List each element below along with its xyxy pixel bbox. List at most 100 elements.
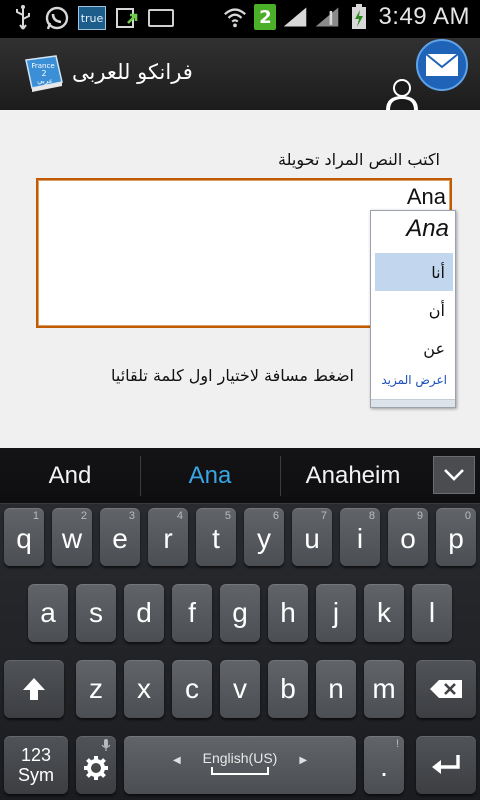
key-h[interactable]: h <box>268 584 308 642</box>
usb-icon <box>10 4 36 32</box>
suggestion-item[interactable]: أنا <box>375 253 453 291</box>
settings-key[interactable] <box>76 736 116 794</box>
key-x[interactable]: x <box>124 660 164 718</box>
whatsapp-icon <box>44 4 70 32</box>
language-next-icon: ▶ <box>299 754 308 766</box>
key-alt-label: 3 <box>128 510 135 522</box>
space-language-label: English(US) <box>202 750 278 766</box>
key-label: o <box>400 523 416 554</box>
symbols-key-label-bottom: Sym <box>18 765 54 785</box>
language-prev-icon: ◀ <box>172 754 181 766</box>
key-label: e <box>112 523 128 554</box>
key-alt-label: 9 <box>416 510 423 522</box>
space-key[interactable]: ◀ English(US) ▶ <box>124 736 356 794</box>
svg-text:عربي: عربي <box>37 77 53 85</box>
candidate-word[interactable]: And <box>0 448 140 504</box>
soft-keyboard: And Ana Anaheim 1q 2w 3e 4r 5t 6y 7u 8i … <box>0 448 480 800</box>
battery-charging-icon <box>346 3 372 31</box>
key-k[interactable]: k <box>364 584 404 642</box>
period-key[interactable]: ! . <box>364 736 404 794</box>
gear-icon <box>84 756 108 780</box>
key-j[interactable]: j <box>316 584 356 642</box>
key-z[interactable]: z <box>76 660 116 718</box>
key-label: y <box>257 523 271 554</box>
key-w[interactable]: 2w <box>52 508 92 566</box>
key-alt-label: 4 <box>176 510 183 522</box>
backspace-key[interactable] <box>416 660 476 718</box>
key-a[interactable]: a <box>28 584 68 642</box>
expand-candidates-button[interactable] <box>433 456 475 494</box>
symbols-key[interactable]: 123 Sym <box>4 736 68 794</box>
key-s[interactable]: s <box>76 584 116 642</box>
key-label: w <box>61 523 83 554</box>
signal-secondary-icon <box>314 3 340 31</box>
key-label: t <box>212 523 220 554</box>
suggestion-popup: Ana أنا أن عن اعرض المزيد <box>370 210 456 408</box>
key-n[interactable]: n <box>316 660 356 718</box>
key-alt-label: 8 <box>368 510 375 522</box>
key-f[interactable]: f <box>172 584 212 642</box>
clock: 3:49 AM <box>378 3 470 30</box>
candidate-bar: And Ana Anaheim <box>0 448 480 504</box>
status-bar: true 2 3:49 AM <box>0 0 480 38</box>
carrier-badge-icon: true <box>78 6 106 30</box>
key-alt-label: 0 <box>464 510 471 522</box>
contact-message-icon[interactable] <box>382 38 472 110</box>
key-d[interactable]: d <box>124 584 164 642</box>
key-alt-label: 2 <box>80 510 87 522</box>
key-m[interactable]: m <box>364 660 404 718</box>
app-logo-icon[interactable]: France 2 عربي <box>22 52 66 92</box>
key-label: q <box>16 523 32 554</box>
key-alt-label: 5 <box>224 510 231 522</box>
shift-key[interactable] <box>4 660 64 718</box>
key-v[interactable]: v <box>220 660 260 718</box>
backspace-icon <box>430 680 462 698</box>
key-r[interactable]: 4r <box>148 508 188 566</box>
suggestion-item[interactable]: عن <box>375 329 453 367</box>
space-hint-text: اضغط مسافة لاختيار اول كلمة تلقائيا <box>111 366 354 385</box>
chevron-down-icon <box>444 469 464 481</box>
input-value: Ana <box>406 184 446 209</box>
key-label: . <box>380 751 388 782</box>
key-p[interactable]: 0p <box>436 508 476 566</box>
key-label: u <box>304 523 320 554</box>
download-update-icon <box>114 4 140 32</box>
shift-arrow-icon <box>23 678 45 700</box>
enter-arrow-icon <box>432 755 460 774</box>
space-bar-icon <box>211 767 269 775</box>
input-prompt-label: اكتب النص المراد تحويلة <box>278 150 440 169</box>
key-y[interactable]: 6y <box>244 508 284 566</box>
enter-key[interactable] <box>416 736 476 794</box>
key-g[interactable]: g <box>220 584 260 642</box>
key-o[interactable]: 9o <box>388 508 428 566</box>
show-more-link[interactable]: اعرض المزيد <box>375 365 453 395</box>
key-label: p <box>448 523 464 554</box>
action-bar: France 2 عربي فرانكو للعربى <box>0 38 480 110</box>
candidate-word[interactable]: Anaheim <box>281 448 425 504</box>
notification-count-badge: 2 <box>254 4 277 30</box>
symbols-key-label-top: 123 <box>20 745 52 765</box>
signal-icon <box>282 3 308 31</box>
wifi-icon <box>222 3 248 31</box>
key-alt-label: ! <box>395 738 399 750</box>
key-q[interactable]: 1q <box>4 508 44 566</box>
key-label: i <box>356 523 364 554</box>
key-b[interactable]: b <box>268 660 308 718</box>
key-e[interactable]: 3e <box>100 508 140 566</box>
key-i[interactable]: 8i <box>340 508 380 566</box>
key-c[interactable]: c <box>172 660 212 718</box>
key-alt-label: 7 <box>320 510 327 522</box>
key-alt-label: 1 <box>32 510 39 522</box>
keyboard-icon <box>148 4 174 32</box>
key-u[interactable]: 7u <box>292 508 332 566</box>
key-alt-label: 6 <box>272 510 279 522</box>
candidate-word-active[interactable]: Ana <box>141 448 279 504</box>
microphone-icon <box>101 739 111 751</box>
suggestion-source-word: Ana <box>406 215 449 242</box>
suggestion-item[interactable]: أن <box>375 291 453 329</box>
app-title: فرانكو للعربى <box>72 60 193 84</box>
popup-scrollbar[interactable] <box>371 399 455 407</box>
key-label: r <box>163 523 173 554</box>
key-l[interactable]: l <box>412 584 452 642</box>
key-t[interactable]: 5t <box>196 508 236 566</box>
